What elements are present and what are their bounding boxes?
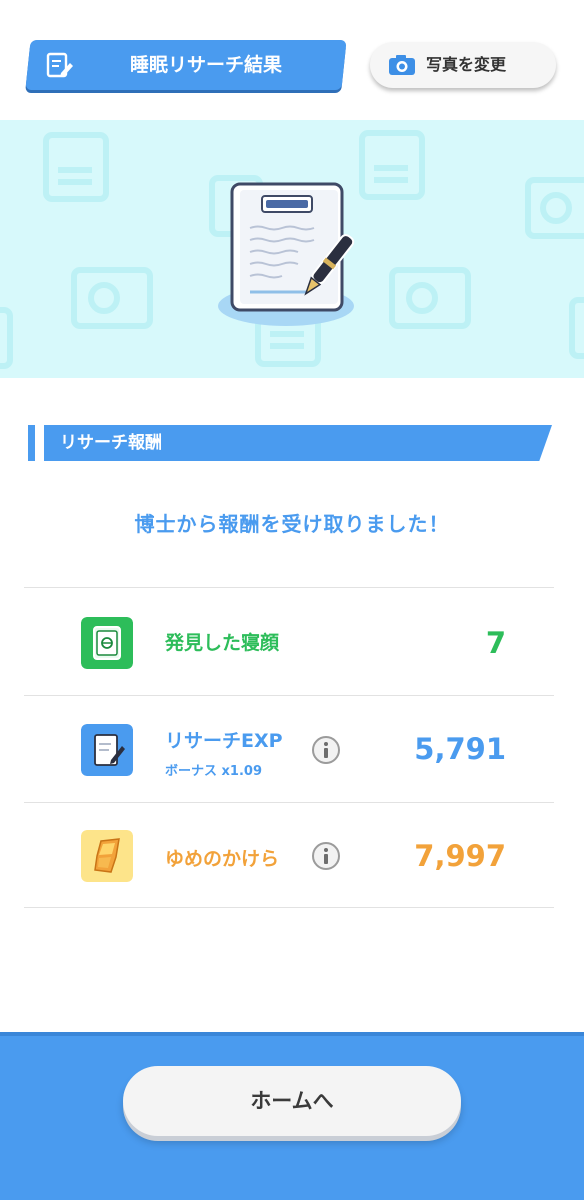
reward-row-sleep-styles: 発見した寝顔 7 xyxy=(24,588,554,694)
dream-shard-icon xyxy=(81,830,133,882)
reward-message: 博士から報酬を受け取りました！ xyxy=(134,512,450,536)
camera-icon xyxy=(389,55,415,75)
reward-row-research-exp: リサーチEXP ボーナス x1.09 5,791 xyxy=(24,696,554,802)
reward-label: ゆめのかけら xyxy=(165,848,280,870)
info-icon[interactable] xyxy=(312,736,340,764)
footer-edge xyxy=(0,1032,584,1036)
reward-label: リサーチEXP xyxy=(165,730,283,752)
section-header: リサーチ報酬 xyxy=(28,425,552,461)
note-pencil-icon xyxy=(46,52,73,78)
reward-value: 7 xyxy=(485,626,506,660)
header: 睡眠リサーチ結果 写真を変更 xyxy=(0,0,584,120)
section-stripe xyxy=(28,425,35,461)
info-icon[interactable] xyxy=(312,842,340,870)
change-photo-label: 写真を変更 xyxy=(426,55,507,74)
home-button[interactable]: ホームへ xyxy=(123,1066,461,1136)
reward-bonus: ボーナス x1.09 xyxy=(165,764,262,779)
page-title: 睡眠リサーチ結果 xyxy=(129,54,282,76)
research-clipboard-icon xyxy=(218,182,355,326)
sleep-style-icon xyxy=(81,617,133,669)
reward-label: 発見した寝顔 xyxy=(165,632,280,654)
title-tab: 睡眠リサーチ結果 xyxy=(28,40,344,90)
reward-row-dream-shards: ゆめのかけら 7,997 xyxy=(24,803,554,909)
research-note-icon xyxy=(81,724,133,776)
section-title: リサーチ報酬 xyxy=(60,433,162,453)
reward-value: 5,791 xyxy=(414,732,506,766)
change-photo-button[interactable]: 写真を変更 xyxy=(370,42,556,88)
reward-value: 7,997 xyxy=(414,839,506,873)
footer: ホームへ xyxy=(0,1032,584,1200)
